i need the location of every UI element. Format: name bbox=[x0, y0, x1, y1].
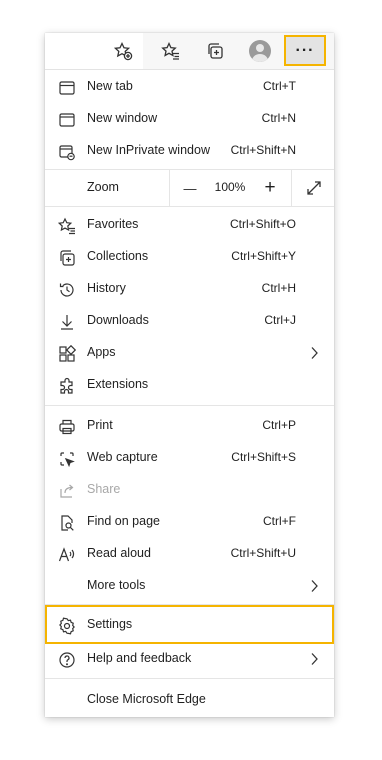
zoom-value: 100% bbox=[214, 180, 246, 194]
menu-divider bbox=[45, 405, 334, 406]
menu-item-label: Downloads bbox=[87, 313, 149, 327]
menu-item-history[interactable]: History Ctrl+H bbox=[45, 273, 334, 305]
history-icon bbox=[58, 281, 76, 299]
chevron-right-icon bbox=[311, 580, 318, 592]
share-icon bbox=[58, 482, 76, 500]
download-icon bbox=[58, 313, 76, 331]
favorites-button[interactable] bbox=[156, 36, 186, 66]
menu-item-label: Collections bbox=[87, 249, 149, 263]
fullscreen-button[interactable] bbox=[297, 170, 331, 206]
menu-item-label: History bbox=[87, 281, 126, 295]
profile-button[interactable] bbox=[245, 36, 275, 66]
shortcut-text: Ctrl+J bbox=[264, 313, 296, 327]
zoom-separator bbox=[169, 170, 170, 206]
menu-item-label: Apps bbox=[87, 345, 116, 359]
menu-item-print[interactable]: Print Ctrl+P bbox=[45, 410, 334, 442]
shortcut-text: Ctrl+H bbox=[261, 281, 296, 295]
menu-item-label: New InPrivate window bbox=[87, 143, 210, 157]
edge-settings-menu: ··· New tab Ctrl+T New window Ctrl+N New… bbox=[45, 33, 334, 717]
zoom-in-button[interactable]: + bbox=[253, 170, 287, 206]
menu-item-label: Web capture bbox=[87, 450, 158, 464]
zoom-label: Zoom bbox=[87, 180, 119, 194]
apps-icon bbox=[58, 344, 77, 363]
favorites-icon bbox=[161, 41, 179, 60]
menu-item-more-tools[interactable]: More tools bbox=[45, 570, 334, 602]
menu-divider bbox=[45, 206, 334, 207]
menu-divider bbox=[45, 678, 334, 679]
zoom-in-icon: + bbox=[264, 177, 276, 198]
shortcut-text: Ctrl+Shift+Y bbox=[231, 249, 296, 263]
favorites-icon bbox=[57, 217, 76, 235]
read-aloud-icon bbox=[58, 546, 76, 564]
menu-item-collections[interactable]: Collections Ctrl+Shift+Y bbox=[45, 241, 334, 273]
menu-item-favorites[interactable]: Favorites Ctrl+Shift+O bbox=[45, 209, 334, 241]
menu-item-new-inprivate-window[interactable]: New InPrivate window Ctrl+Shift+N bbox=[45, 135, 334, 167]
menu-item-label: Settings bbox=[87, 617, 133, 631]
zoom-row: Zoom — 100% + bbox=[45, 170, 334, 206]
menu-item-extensions[interactable]: Extensions bbox=[45, 369, 334, 401]
collections-icon bbox=[208, 43, 223, 59]
menu-item-downloads[interactable]: Downloads Ctrl+J bbox=[45, 305, 334, 337]
menu-item-new-tab[interactable]: New tab Ctrl+T bbox=[45, 71, 334, 103]
menu-item-label: Find on page bbox=[87, 514, 160, 528]
settings-and-more-button[interactable]: ··· bbox=[284, 35, 326, 66]
menu-item-close-microsoft-edge[interactable]: Close Microsoft Edge bbox=[45, 684, 334, 716]
find-on-page-icon bbox=[58, 514, 76, 532]
chevron-right-icon bbox=[311, 653, 318, 665]
collections-icon bbox=[58, 249, 76, 267]
menu-item-new-window[interactable]: New window Ctrl+N bbox=[45, 103, 334, 135]
help-icon bbox=[58, 651, 76, 669]
menu-item-label: Print bbox=[87, 418, 113, 432]
more-icon: ··· bbox=[295, 41, 315, 59]
new-tab-icon bbox=[58, 79, 76, 97]
add-favorite-button[interactable] bbox=[108, 36, 138, 66]
menu-item-web-capture[interactable]: Web capture Ctrl+Shift+S bbox=[45, 442, 334, 474]
menu-item-find-on-page[interactable]: Find on page Ctrl+F bbox=[45, 506, 334, 538]
shortcut-text: Ctrl+Shift+N bbox=[230, 143, 296, 157]
shortcut-text: Ctrl+Shift+O bbox=[229, 217, 296, 231]
zoom-out-button[interactable]: — bbox=[173, 170, 207, 206]
menu-item-label: More tools bbox=[87, 578, 146, 592]
shortcut-text: Ctrl+F bbox=[263, 514, 296, 528]
menu-item-help-and-feedback[interactable]: Help and feedback bbox=[45, 643, 334, 675]
web-capture-icon bbox=[58, 450, 76, 468]
zoom-out-icon: — bbox=[183, 180, 197, 196]
shortcut-text: Ctrl+N bbox=[261, 111, 296, 125]
menu-item-apps[interactable]: Apps bbox=[45, 337, 334, 369]
menu-item-label: Close Microsoft Edge bbox=[87, 692, 206, 706]
browser-toolbar: ··· bbox=[45, 33, 334, 70]
zoom-separator bbox=[291, 170, 292, 206]
menu-item-label: Favorites bbox=[87, 217, 139, 231]
fullscreen-icon bbox=[307, 181, 321, 195]
menu-item-label: Help and feedback bbox=[87, 651, 192, 665]
menu-item-label: New window bbox=[87, 111, 158, 125]
print-icon bbox=[58, 418, 76, 436]
menu-item-label: Extensions bbox=[87, 377, 149, 391]
gear-icon bbox=[58, 617, 76, 635]
profile-avatar bbox=[249, 40, 271, 62]
shortcut-text: Ctrl+T bbox=[263, 79, 296, 93]
chevron-right-icon bbox=[311, 347, 318, 359]
collections-button[interactable] bbox=[200, 36, 230, 66]
extensions-icon bbox=[58, 377, 76, 395]
add-favorite-icon bbox=[113, 41, 133, 61]
menu-item-label: Read aloud bbox=[87, 546, 151, 560]
menu-item-read-aloud[interactable]: Read aloud Ctrl+Shift+U bbox=[45, 538, 334, 570]
inprivate-icon bbox=[58, 143, 76, 161]
new-window-icon bbox=[58, 111, 76, 129]
menu-item-label: New tab bbox=[87, 79, 133, 93]
shortcut-text: Ctrl+P bbox=[262, 418, 296, 432]
menu-item-share: Share bbox=[45, 474, 334, 506]
shortcut-text: Ctrl+Shift+U bbox=[230, 546, 296, 560]
menu-item-label: Share bbox=[87, 482, 121, 496]
shortcut-text: Ctrl+Shift+S bbox=[231, 450, 296, 464]
menu-item-settings[interactable]: Settings bbox=[45, 609, 334, 641]
